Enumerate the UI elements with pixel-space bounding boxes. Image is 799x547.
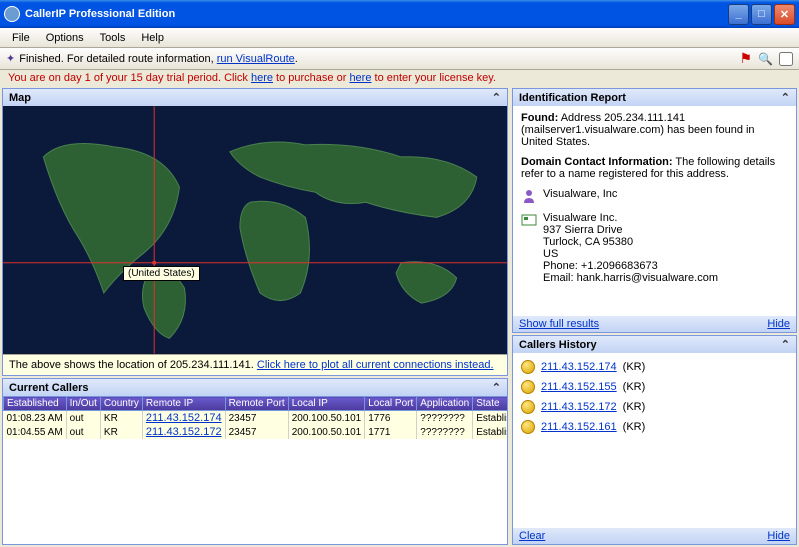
search-icon[interactable]: 🔍: [758, 52, 773, 66]
col-remote-port[interactable]: Remote Port: [225, 397, 288, 411]
collapse-icon[interactable]: ⌃: [781, 91, 790, 104]
address-card-icon: [521, 212, 537, 228]
history-cc: (KR): [623, 381, 646, 393]
col-remote-ip[interactable]: Remote IP: [142, 397, 225, 411]
history-ip-link[interactable]: 211.43.152.161: [541, 421, 617, 433]
col-local-ip[interactable]: Local IP: [288, 397, 365, 411]
bullet-icon: [521, 400, 535, 414]
purchase-link[interactable]: here: [251, 72, 273, 84]
bullet-icon: [521, 420, 535, 434]
col-inout[interactable]: In/Out: [66, 397, 100, 411]
hide-history-link[interactable]: Hide: [767, 530, 790, 542]
map-svg: [3, 106, 507, 354]
world-map[interactable]: (United States): [3, 106, 507, 354]
history-item[interactable]: 211.43.152.174 (KR): [517, 357, 792, 377]
collapse-icon[interactable]: ⌃: [492, 381, 501, 394]
flag-icon[interactable]: ⚑: [739, 50, 752, 67]
identification-report-panel: Identification Report ⌃ Found: Address 2…: [512, 88, 797, 333]
col-state[interactable]: State: [473, 397, 507, 411]
run-visualroute-link[interactable]: run VisualRoute: [217, 53, 295, 65]
col-established[interactable]: Established: [4, 397, 67, 411]
history-cc: (KR): [623, 421, 646, 433]
bullet-icon: [521, 360, 535, 374]
status-toolbar: ✦ Finished. For detailed route informati…: [0, 48, 799, 70]
collapse-icon[interactable]: ⌃: [492, 91, 501, 104]
history-ip-link[interactable]: 211.43.152.155: [541, 381, 617, 393]
menubar: File Options Tools Help: [0, 28, 799, 48]
maximize-button[interactable]: □: [751, 4, 772, 25]
show-full-results-link[interactable]: Show full results: [519, 318, 599, 330]
table-row[interactable]: 01:04.55 AMoutKR211.43.152.17223457200.1…: [4, 425, 508, 439]
person-icon: [521, 188, 537, 204]
history-title: Callers History: [519, 339, 597, 351]
map-location-tooltip: (United States): [123, 266, 200, 281]
remote-ip-link[interactable]: 211.43.152.172: [146, 426, 222, 438]
map-title: Map: [9, 92, 31, 104]
org-name: Visualware, Inc: [543, 188, 617, 204]
idreport-body: Found: Address 205.234.111.141 (mailserv…: [513, 106, 796, 316]
wand-icon: ✦: [6, 52, 15, 65]
address-block: Visualware Inc. 937 Sierra Drive Turlock…: [543, 212, 718, 284]
minimize-button[interactable]: _: [728, 4, 749, 25]
found-label: Found:: [521, 112, 558, 124]
menu-options[interactable]: Options: [38, 32, 92, 44]
trial-notice: You are on day 1 of your 15 day trial pe…: [0, 70, 799, 86]
idreport-title: Identification Report: [519, 92, 626, 104]
menu-help[interactable]: Help: [133, 32, 172, 44]
history-list: 211.43.152.174 (KR)211.43.152.155 (KR)21…: [513, 353, 796, 528]
menu-file[interactable]: File: [4, 32, 38, 44]
col-local-port[interactable]: Local Port: [365, 397, 417, 411]
history-item[interactable]: 211.43.152.161 (KR): [517, 417, 792, 437]
hide-idreport-link[interactable]: Hide: [767, 318, 790, 330]
remote-ip-link[interactable]: 211.43.152.174: [146, 412, 222, 424]
callers-history-panel: Callers History ⌃ 211.43.152.174 (KR)211…: [512, 335, 797, 545]
clear-history-link[interactable]: Clear: [519, 530, 545, 542]
app-logo-icon: [4, 6, 20, 22]
bullet-icon: [521, 380, 535, 394]
history-item[interactable]: 211.43.152.155 (KR): [517, 377, 792, 397]
map-footer: The above shows the location of 205.234.…: [3, 354, 507, 375]
window-titlebar: CallerIP Professional Edition _ □ ✕: [0, 0, 799, 28]
menu-tools[interactable]: Tools: [92, 32, 134, 44]
close-button[interactable]: ✕: [774, 4, 795, 25]
history-ip-link[interactable]: 211.43.152.172: [541, 401, 617, 413]
current-callers-panel: Current Callers ⌃ Established In/Out Cou…: [2, 378, 508, 545]
collapse-icon[interactable]: ⌃: [781, 338, 790, 351]
window-title: CallerIP Professional Edition: [25, 8, 728, 20]
history-ip-link[interactable]: 211.43.152.174: [541, 361, 617, 373]
dci-label: Domain Contact Information:: [521, 156, 673, 168]
plot-all-link[interactable]: Click here to plot all current connectio…: [257, 359, 494, 371]
table-row[interactable]: 01:08.23 AMoutKR211.43.152.17423457200.1…: [4, 411, 508, 426]
col-country[interactable]: Country: [100, 397, 142, 411]
callers-grid[interactable]: Established In/Out Country Remote IP Rem…: [3, 396, 507, 544]
toolbar-checkbox[interactable]: [779, 52, 793, 66]
history-item[interactable]: 211.43.152.172 (KR): [517, 397, 792, 417]
col-application[interactable]: Application: [417, 397, 473, 411]
status-message: Finished. For detailed route information…: [19, 53, 739, 65]
callers-title: Current Callers: [9, 382, 88, 394]
history-cc: (KR): [623, 361, 646, 373]
history-cc: (KR): [623, 401, 646, 413]
license-link[interactable]: here: [349, 72, 371, 84]
map-panel: Map ⌃ (United States): [2, 88, 508, 376]
